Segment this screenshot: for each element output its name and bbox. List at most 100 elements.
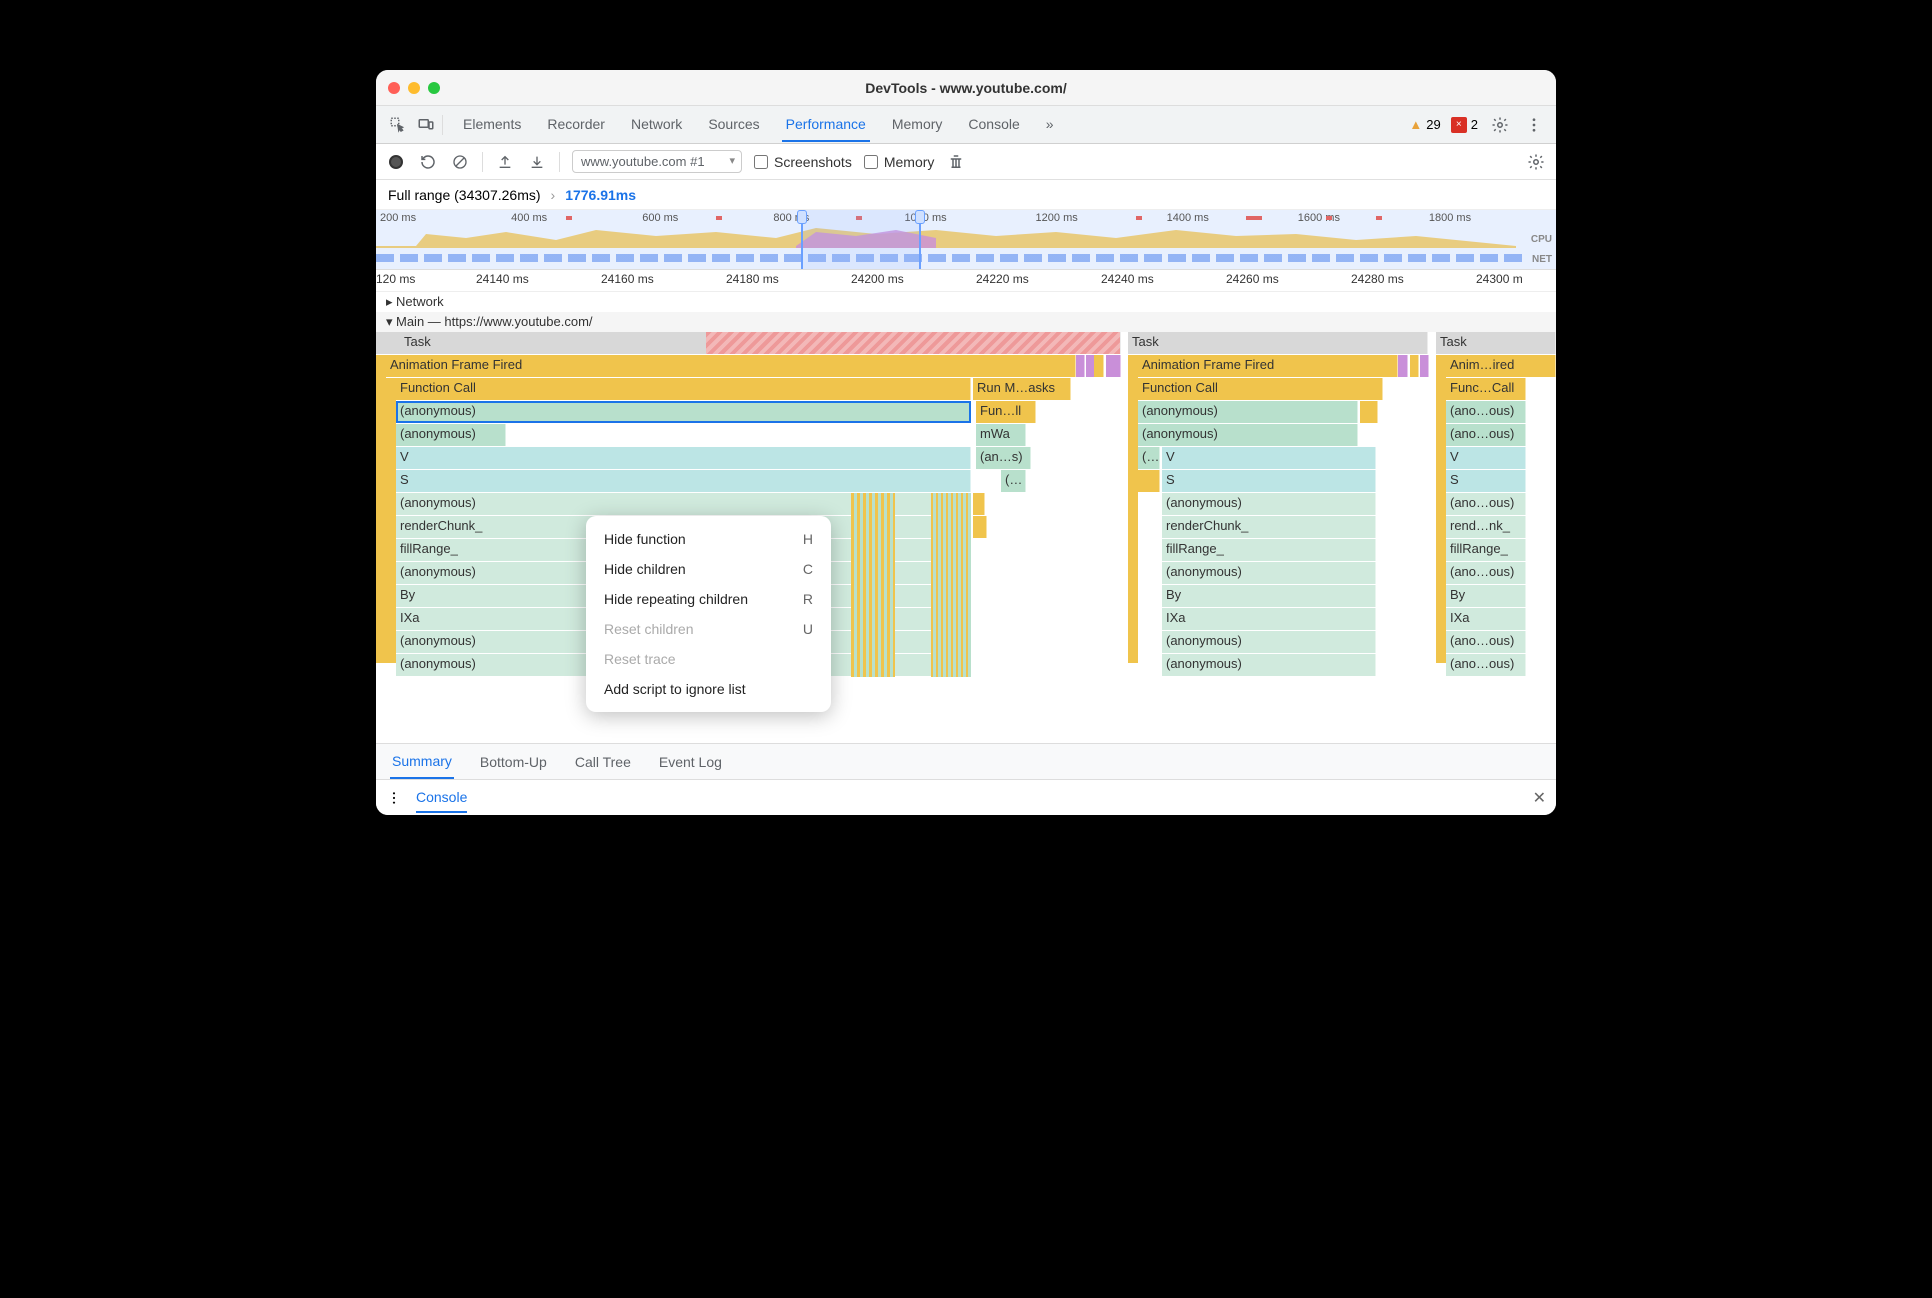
flame-bar[interactable]: V xyxy=(1446,447,1526,469)
download-icon[interactable] xyxy=(527,152,547,172)
flame-anonymous[interactable]: (anonymous) xyxy=(1162,654,1376,676)
flame-function-call[interactable]: Func…Call xyxy=(1446,378,1526,400)
flame-anonymous[interactable]: (anonymous) xyxy=(1162,631,1376,653)
flame-bar[interactable] xyxy=(1360,401,1378,423)
selected-range[interactable]: 1776.91ms xyxy=(565,187,636,203)
flame-chart[interactable]: Task Task Task Animation Frame Fired Ani… xyxy=(376,332,1556,692)
tab-summary[interactable]: Summary xyxy=(390,745,454,779)
flame-bar[interactable]: V xyxy=(1162,447,1376,469)
selection-handle-right[interactable] xyxy=(915,210,925,224)
network-track-header[interactable]: ▸Network xyxy=(376,292,1556,312)
console-tab[interactable]: Console xyxy=(416,789,467,813)
tabs-overflow[interactable]: » xyxy=(1042,108,1058,142)
errors-badge[interactable]: × 2 xyxy=(1451,117,1478,133)
flame-bar[interactable]: By xyxy=(1162,585,1376,607)
flame-bar[interactable] xyxy=(1138,470,1160,492)
flame-bar[interactable] xyxy=(973,493,985,515)
menu-hide-children[interactable]: Hide childrenC xyxy=(586,554,831,584)
flame-anonymous[interactable]: (anonymous) xyxy=(1162,493,1376,515)
garbage-collect-icon[interactable] xyxy=(946,152,966,172)
flame-bar[interactable] xyxy=(1076,355,1085,377)
tab-call-tree[interactable]: Call Tree xyxy=(573,746,633,778)
flame-bar[interactable]: V xyxy=(396,447,971,469)
flame-anonymous[interactable]: (anonymous) xyxy=(1138,424,1358,446)
tab-console[interactable]: Console xyxy=(964,108,1023,142)
profile-select[interactable]: www.youtube.com #1 xyxy=(572,150,742,173)
flame-anonymous[interactable]: (ano…ous) xyxy=(1446,493,1526,515)
flame-animation-frame[interactable]: Anim…ired xyxy=(1446,355,1556,377)
warnings-badge[interactable]: ▲ 29 xyxy=(1409,117,1440,132)
flame-bar[interactable]: By xyxy=(1446,585,1526,607)
selection-handle-left[interactable] xyxy=(797,210,807,224)
settings-icon[interactable] xyxy=(1488,113,1512,137)
flame-fillrange[interactable]: fillRange_ xyxy=(1446,539,1526,561)
menu-add-ignore-list[interactable]: Add script to ignore list xyxy=(586,674,831,704)
full-range-label[interactable]: Full range (34307.26ms) xyxy=(388,187,541,203)
flame-bar[interactable]: Fun…ll xyxy=(976,401,1036,423)
flame-anonymous-selected[interactable]: (anonymous) xyxy=(396,401,971,423)
capture-settings-icon[interactable] xyxy=(1526,152,1546,172)
flame-renderchunk[interactable]: rend…nk_ xyxy=(1446,516,1526,538)
flame-bar[interactable]: S xyxy=(1162,470,1376,492)
flame-anonymous[interactable]: (ano…ous) xyxy=(1446,401,1526,423)
flame-anonymous[interactable]: (anonymous) xyxy=(396,424,506,446)
flame-run-microtasks[interactable]: Run M…asks xyxy=(973,378,1071,400)
flame-task[interactable]: Task xyxy=(1436,332,1556,354)
flame-bar[interactable] xyxy=(1094,355,1104,377)
flame-anonymous[interactable]: (ano…ous) xyxy=(1446,654,1526,676)
flame-bar[interactable]: (… xyxy=(1001,470,1026,492)
flame-anonymous[interactable]: (ano…ous) xyxy=(1446,562,1526,584)
flame-bar[interactable]: (… xyxy=(1138,447,1160,469)
timeline-overview[interactable]: 200 ms 400 ms 600 ms 800 ms 1000 ms 1200… xyxy=(376,210,1556,270)
more-icon[interactable] xyxy=(1522,113,1546,137)
reload-button[interactable] xyxy=(418,152,438,172)
flame-anonymous[interactable]: (ano…ous) xyxy=(1446,424,1526,446)
tab-event-log[interactable]: Event Log xyxy=(657,746,724,778)
flame-bar[interactable] xyxy=(1106,355,1121,377)
close-drawer-icon[interactable]: ✕ xyxy=(1533,788,1546,808)
clear-button[interactable] xyxy=(450,152,470,172)
flame-animation-frame[interactable]: Animation Frame Fired xyxy=(386,355,1076,377)
memory-checkbox[interactable]: Memory xyxy=(864,154,935,170)
flame-bar[interactable] xyxy=(1420,355,1429,377)
flame-bar[interactable] xyxy=(1410,355,1419,377)
flame-task[interactable]: Task xyxy=(376,332,1121,354)
device-toggle-icon[interactable] xyxy=(414,113,438,137)
flame-anonymous[interactable]: (anonymous) xyxy=(1162,562,1376,584)
zoom-button[interactable] xyxy=(428,82,440,94)
tab-recorder[interactable]: Recorder xyxy=(543,108,609,142)
menu-hide-repeating[interactable]: Hide repeating childrenR xyxy=(586,584,831,614)
upload-icon[interactable] xyxy=(495,152,515,172)
tab-memory[interactable]: Memory xyxy=(888,108,947,142)
flame-bar[interactable]: (an…s) xyxy=(976,447,1031,469)
main-track-header[interactable]: ▾Main — https://www.youtube.com/ xyxy=(376,312,1556,332)
flame-fillrange[interactable]: fillRange_ xyxy=(1162,539,1376,561)
flame-bar[interactable]: S xyxy=(396,470,971,492)
tab-performance[interactable]: Performance xyxy=(782,108,870,142)
minimize-button[interactable] xyxy=(408,82,420,94)
inspect-icon[interactable] xyxy=(386,113,410,137)
flame-bar[interactable] xyxy=(1398,355,1408,377)
menu-hide-function[interactable]: Hide functionH xyxy=(586,524,831,554)
flame-bar[interactable]: S xyxy=(1446,470,1526,492)
record-button[interactable] xyxy=(386,152,406,172)
flame-bar[interactable]: IXa xyxy=(1162,608,1376,630)
flame-anonymous[interactable]: (ano…ous) xyxy=(1446,631,1526,653)
flame-bar[interactable] xyxy=(973,516,987,538)
flame-renderchunk[interactable]: renderChunk_ xyxy=(1162,516,1376,538)
drawer-more-icon[interactable] xyxy=(386,790,402,806)
tab-elements[interactable]: Elements xyxy=(459,108,525,142)
close-button[interactable] xyxy=(388,82,400,94)
flame-bar[interactable]: IXa xyxy=(1446,608,1526,630)
flame-animation-frame[interactable]: Animation Frame Fired xyxy=(1138,355,1398,377)
detail-ruler[interactable]: 120 ms 24140 ms 24160 ms 24180 ms 24200 … xyxy=(376,270,1556,292)
overview-selection[interactable] xyxy=(801,210,921,269)
screenshots-checkbox[interactable]: Screenshots xyxy=(754,154,852,170)
flame-bar[interactable]: mWa xyxy=(976,424,1026,446)
tracks-area[interactable]: ▸Network ▾Main — https://www.youtube.com… xyxy=(376,292,1556,743)
flame-anonymous[interactable]: (anonymous) xyxy=(1138,401,1358,423)
flame-function-call[interactable]: Function Call xyxy=(396,378,971,400)
tab-bottom-up[interactable]: Bottom-Up xyxy=(478,746,549,778)
flame-function-call[interactable]: Function Call xyxy=(1138,378,1383,400)
tab-network[interactable]: Network xyxy=(627,108,686,142)
